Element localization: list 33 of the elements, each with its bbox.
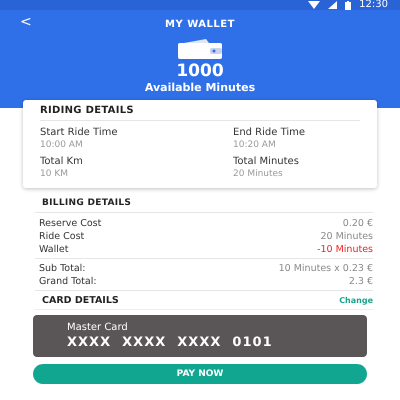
section-title: BILLING DETAILS bbox=[35, 196, 373, 213]
field-value: 10 KM bbox=[40, 168, 69, 181]
field-label: Total Minutes bbox=[233, 155, 300, 168]
card-name: Master Card bbox=[67, 322, 129, 334]
bill-label: Wallet bbox=[39, 243, 68, 256]
field-label: Total Km bbox=[40, 155, 84, 168]
battery-icon bbox=[345, 0, 352, 10]
bill-label: Ride Cost bbox=[39, 230, 84, 243]
section-title: RIDING DETAILS bbox=[40, 105, 360, 121]
minutes-amount: 1000 bbox=[176, 61, 224, 81]
bill-label: Reserve Cost bbox=[39, 217, 102, 230]
total-value: 2.3 € bbox=[348, 275, 373, 288]
change-link[interactable]: Change bbox=[339, 296, 373, 305]
bill-value: -10 Minutes bbox=[317, 243, 373, 256]
page-title: MY WALLET bbox=[165, 18, 235, 30]
field-label: End Ride Time bbox=[233, 126, 306, 139]
minutes-label: Available Minutes bbox=[144, 81, 256, 94]
bill-value: 0.20 € bbox=[342, 217, 373, 230]
total-label: Sub Total: bbox=[39, 262, 86, 275]
bill-value: 20 Minutes bbox=[320, 230, 373, 243]
field-value: 20 Minutes bbox=[233, 168, 284, 181]
signal-icon bbox=[328, 1, 338, 9]
field-label: Start Ride Time bbox=[40, 126, 118, 139]
pay-now-button[interactable]: PAY NOW bbox=[33, 364, 367, 384]
total-label: Grand Total: bbox=[39, 275, 97, 288]
wallet-icon bbox=[176, 39, 224, 59]
field-value: 10:00 AM bbox=[40, 139, 84, 152]
section-title: CARD DETAILS bbox=[42, 295, 119, 306]
card-number: XXXX XXXX XXXX 0101 bbox=[67, 334, 274, 350]
total-value: 10 Minutes x 0.23 € bbox=[278, 262, 373, 275]
wifi-icon bbox=[308, 1, 320, 9]
field-value: 10:20 AM bbox=[233, 139, 277, 152]
back-button[interactable]: < bbox=[16, 14, 36, 30]
